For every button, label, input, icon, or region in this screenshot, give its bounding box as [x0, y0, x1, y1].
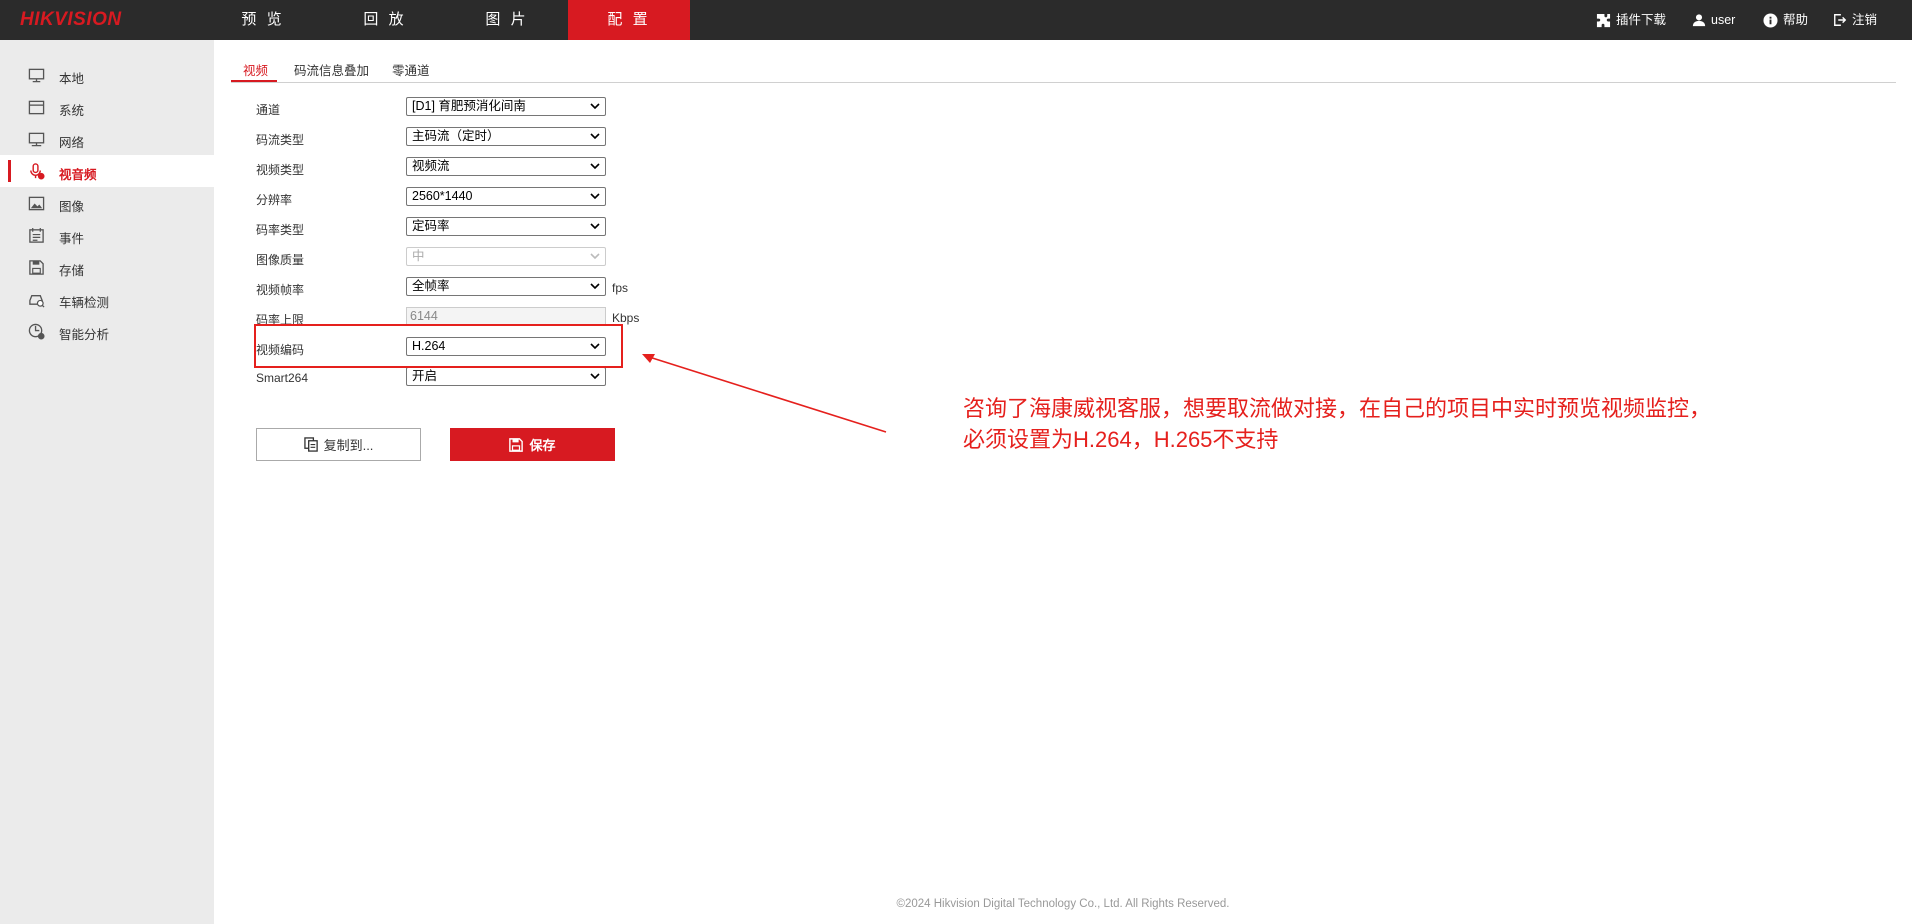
sidebar-item-label: 视音频: [59, 168, 97, 182]
sidebar-item-smart-analysis[interactable]: 智能分析: [0, 315, 214, 347]
stream-type-label: 码流类型: [256, 133, 305, 147]
network-icon: [28, 132, 45, 147]
smart264-value: 开启: [412, 369, 438, 383]
smart264-label: Smart264: [256, 371, 309, 385]
chevron-down-icon: [590, 133, 600, 140]
video-type-select[interactable]: 视频流: [406, 157, 606, 176]
logout-icon: [1834, 14, 1847, 26]
channel-value: [D1] 育肥预消化间南: [412, 99, 526, 113]
logout-link[interactable]: 注销: [1833, 0, 1877, 40]
active-tab-underline: [231, 80, 277, 82]
sidebar-item-storage[interactable]: 存储: [0, 251, 214, 283]
sidebar-item-label: 本地: [59, 72, 85, 86]
image-quality-select: 中: [406, 247, 606, 266]
nav-configuration[interactable]: 配 置: [568, 0, 690, 40]
logout-label: 注销: [1852, 13, 1878, 27]
chevron-down-icon: [590, 103, 600, 110]
calendar-icon: [29, 227, 44, 243]
user-label: user: [1711, 13, 1736, 27]
frame-rate-unit: fps: [612, 281, 629, 295]
tab-stream-info-overlay[interactable]: 码流信息叠加: [294, 60, 369, 79]
sidebar-item-label: 车辆检测: [59, 296, 110, 310]
frame-rate-label: 视频帧率: [256, 283, 305, 297]
info-icon: [1763, 12, 1778, 28]
video-type-label: 视频类型: [256, 163, 305, 177]
monitor-icon: [28, 68, 45, 83]
puzzle-icon: [1596, 13, 1611, 27]
smart264-select[interactable]: 开启: [406, 367, 606, 386]
active-indicator: [8, 160, 11, 182]
bitrate-type-label: 码率类型: [256, 223, 305, 237]
chevron-down-icon: [590, 283, 600, 290]
sidebar-item-local[interactable]: 本地: [0, 59, 214, 91]
sidebar: 本地 系统 网络 视音频 图像 事件 存储 车辆检测 智能分析: [0, 40, 214, 924]
user-icon: [1692, 14, 1706, 27]
nav-playback[interactable]: 回 放: [324, 0, 446, 40]
resolution-label: 分辨率: [256, 193, 293, 207]
hikvision-logo: HIKVISION: [20, 9, 122, 30]
bitrate-type-select[interactable]: 定码率: [406, 217, 606, 236]
copyright-footer: ©2024 Hikvision Digital Technology Co., …: [896, 898, 1230, 910]
sidebar-item-label: 事件: [59, 232, 85, 246]
plugin-download-label: 插件下载: [1616, 13, 1667, 27]
annotation-text: 咨询了海康威视客服，想要取流做对接，在自己的项目中实时预览视频监控， 必须设置为…: [963, 396, 1712, 452]
stream-type-select[interactable]: 主码流（定时）: [406, 127, 606, 146]
chevron-down-icon: [590, 223, 600, 230]
sidebar-item-vehicle-detection[interactable]: 车辆检测: [0, 283, 214, 315]
save-label: 保存: [529, 438, 556, 453]
tab-zero-channel[interactable]: 零通道: [392, 60, 430, 79]
save-icon: [509, 437, 524, 452]
chevron-down-icon: [590, 163, 600, 170]
top-bar: HIKVISION 预 览 回 放 图 片 配 置 插件下载 user 帮助 注…: [0, 0, 1912, 40]
copy-to-button[interactable]: 复制到...: [256, 428, 421, 461]
channel-select[interactable]: [D1] 育肥预消化间南: [406, 97, 606, 116]
nav-preview[interactable]: 预 览: [202, 0, 324, 40]
help-label: 帮助: [1783, 13, 1809, 27]
image-quality-value: 中: [412, 249, 425, 263]
copy-icon: [303, 437, 318, 452]
tab-video[interactable]: 视频: [243, 60, 268, 79]
save-icon: [29, 260, 44, 275]
save-button[interactable]: 保存: [450, 428, 615, 461]
chevron-down-icon: [590, 373, 600, 380]
bitrate-limit-unit: Kbps: [612, 311, 640, 325]
resolution-value: 2560*1440: [412, 189, 473, 203]
video-type-value: 视频流: [412, 159, 450, 173]
window-icon: [28, 100, 45, 115]
car-search-icon: [29, 295, 45, 308]
microphone-icon: [30, 163, 45, 180]
annotation-arrow: [642, 354, 887, 433]
chevron-down-icon: [590, 193, 600, 200]
resolution-select[interactable]: 2560*1440: [406, 187, 606, 206]
chevron-down-icon: [590, 253, 600, 260]
image-icon: [28, 196, 45, 211]
highlight-box: [254, 324, 623, 368]
plugin-download-link[interactable]: 插件下载: [1596, 0, 1666, 40]
help-link[interactable]: 帮助: [1763, 0, 1808, 40]
stream-type-value: 主码流（定时）: [412, 129, 500, 143]
config-tabs: 视频 码流信息叠加 零通道: [231, 54, 1896, 83]
bitrate-type-value: 定码率: [412, 219, 450, 233]
nav-picture[interactable]: 图 片: [446, 0, 568, 40]
image-quality-label: 图像质量: [256, 253, 305, 267]
sidebar-item-label: 存储: [59, 264, 85, 278]
smart-analysis-icon: [28, 323, 45, 340]
sidebar-item-audio-video[interactable]: 视音频: [0, 155, 214, 187]
user-menu[interactable]: user: [1692, 0, 1735, 40]
sidebar-item-label: 网络: [59, 136, 85, 150]
sidebar-item-network[interactable]: 网络: [0, 123, 214, 155]
frame-rate-value: 全帧率: [412, 279, 450, 293]
sidebar-item-label: 智能分析: [59, 328, 110, 342]
frame-rate-select[interactable]: 全帧率: [406, 277, 606, 296]
sidebar-item-label: 图像: [59, 200, 85, 214]
sidebar-item-label: 系统: [59, 104, 85, 118]
sidebar-item-event[interactable]: 事件: [0, 219, 214, 251]
sidebar-item-system[interactable]: 系统: [0, 91, 214, 123]
sidebar-item-image[interactable]: 图像: [0, 187, 214, 219]
copy-to-label: 复制到...: [323, 438, 374, 453]
channel-label: 通道: [256, 103, 281, 117]
